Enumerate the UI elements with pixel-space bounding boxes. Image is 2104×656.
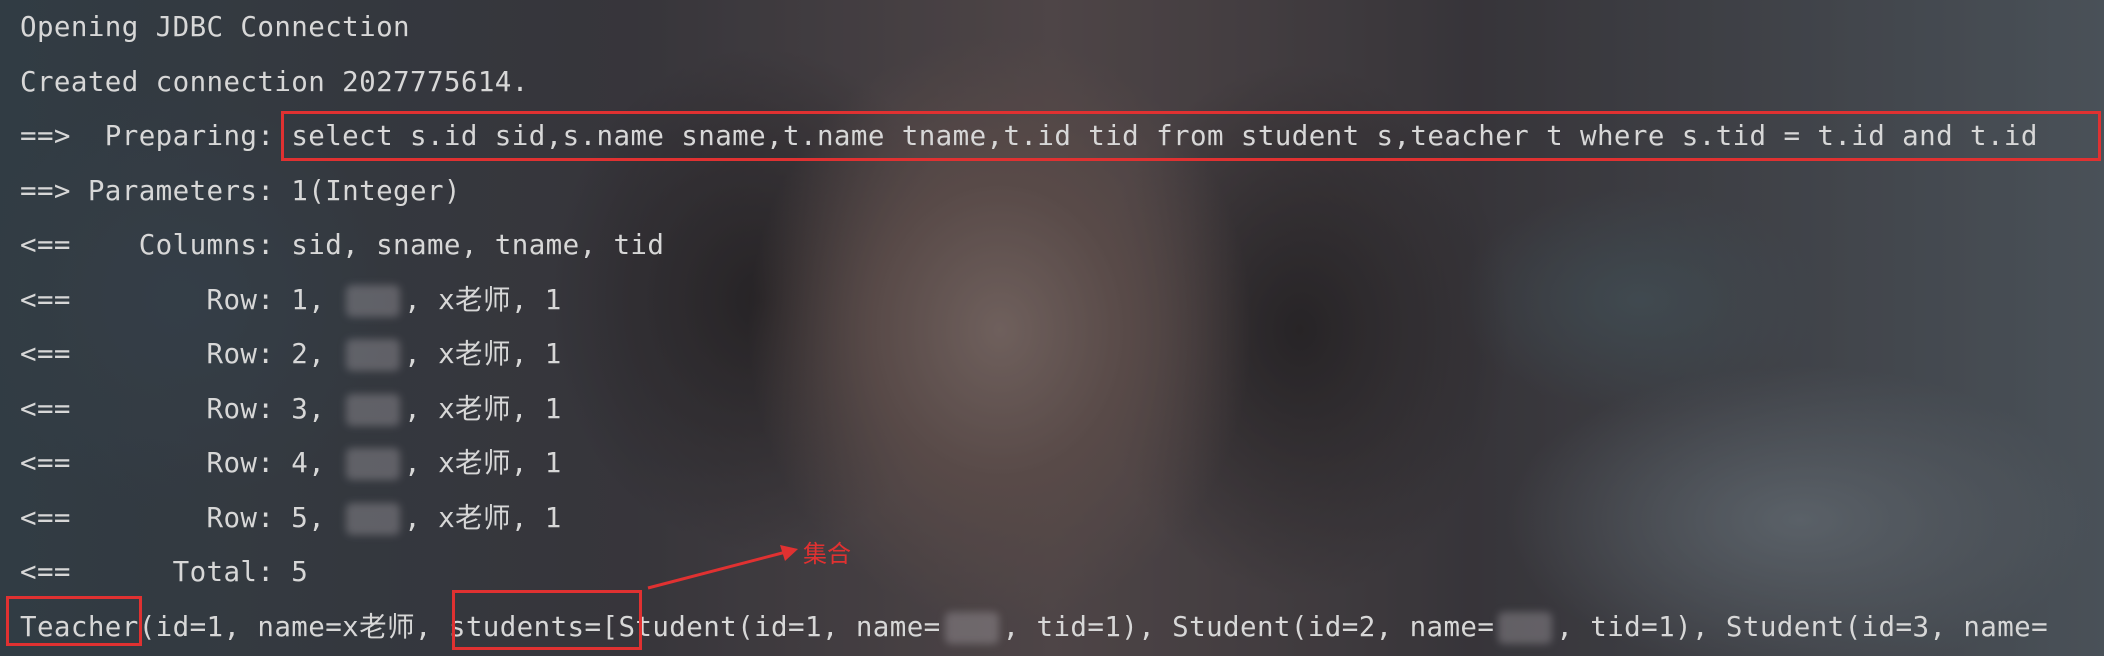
log-text: <== Columns: sid, sname, tname, tid xyxy=(20,229,665,261)
log-text: , x老师, 1 xyxy=(404,392,562,425)
console-output: Opening JDBC Connection Created connecti… xyxy=(20,0,2100,654)
console-line: <== Row: 4, , x老师, 1 xyxy=(20,436,2100,491)
console-line: <== Row: 1, , x老师, 1 xyxy=(20,273,2100,328)
log-text: , tid=1), Student(id=2, name= xyxy=(1002,610,1495,643)
sql-highlight-box xyxy=(281,111,2101,161)
redacted-name xyxy=(346,339,401,371)
log-text: Opening JDBC Connection xyxy=(20,11,410,43)
redacted-name xyxy=(346,502,401,535)
console-line: <== Columns: sid, sname, tname, tid xyxy=(20,218,2100,273)
log-text: <== Row: 3, xyxy=(20,392,343,425)
console-line: Created connection 2027775614. xyxy=(20,55,2100,110)
log-text: Student(id=1, name= xyxy=(618,610,941,643)
log-text: , x老师, 1 xyxy=(404,447,562,479)
redacted-name xyxy=(346,393,401,426)
console-line: <== Row: 2, , x老师, 1 xyxy=(20,327,2100,382)
log-text: , x老师, 1 xyxy=(404,338,562,370)
log-text: , x老师, 1 xyxy=(404,501,562,534)
redacted-name xyxy=(944,611,999,644)
log-text: ==> Parameters: 1(Integer) xyxy=(20,174,461,207)
collection-annotation-label: 集合 xyxy=(803,540,851,568)
log-text: <== Total: 5 xyxy=(20,556,309,588)
log-text: (id=1, name=x老师, xyxy=(138,610,449,643)
log-text: , x老师, 1 xyxy=(404,283,562,316)
log-text: <== Row: 1, xyxy=(20,283,343,316)
console-line: <== Row: 5, , x老师, 1 xyxy=(20,491,2100,546)
log-text: <== Row: 4, xyxy=(20,447,343,479)
log-text: Created connection 2027775614. xyxy=(20,65,529,98)
log-prefix: ==> Preparing: xyxy=(20,120,292,152)
log-text: , tid=1), Student(id=3, name= xyxy=(1556,610,2049,643)
console-line: Opening JDBC Connection xyxy=(20,0,2100,55)
redacted-name xyxy=(346,284,401,317)
redacted-name xyxy=(346,448,401,480)
students-highlight-box xyxy=(452,590,642,650)
log-text: <== Row: 5, xyxy=(20,501,343,534)
log-text: <== Row: 2, xyxy=(20,338,343,370)
console-line: <== Total: 5 xyxy=(20,545,2100,600)
console-line: ==> Parameters: 1(Integer) xyxy=(20,164,2100,219)
redacted-name xyxy=(1498,611,1553,644)
teacher-highlight-box xyxy=(6,596,142,646)
console-line: <== Row: 3, , x老师, 1 xyxy=(20,382,2100,437)
console-line: Teacher(id=1, name=x老师, students=[Studen… xyxy=(20,600,2100,655)
